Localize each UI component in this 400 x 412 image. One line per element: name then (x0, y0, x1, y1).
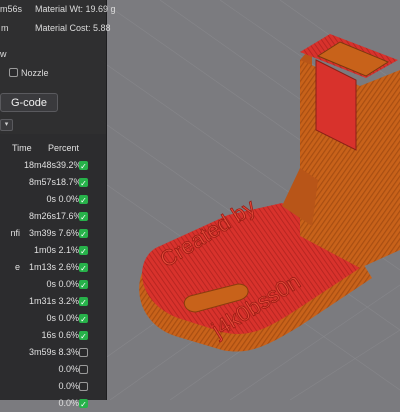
line-type-visibility-checkbox[interactable]: ✓ (79, 229, 88, 239)
line-type-percent: 2.1% (58, 245, 79, 255)
line-type-visibility-checkbox[interactable] (79, 382, 88, 391)
line-type-visibility-checkbox[interactable]: ✓ (79, 263, 88, 273)
table-row: 18m48s 39.2% ✓ (0, 160, 106, 174)
table-row: 1m31s 3.2% ✓ (0, 296, 106, 310)
line-type-time: 18m48s (23, 160, 56, 170)
table-row: 0s 0.0% ✓ (0, 194, 106, 208)
table-row: 0.0% (0, 364, 106, 378)
table-row: e 1m13s 2.6% ✓ (0, 262, 106, 276)
line-type-percent: 18.7% (56, 177, 82, 187)
view-label-fragment: w (0, 49, 7, 59)
material-cost: Material Cost: 5.88 (35, 23, 111, 33)
gcode-button[interactable]: G-code (0, 93, 58, 112)
line-type-percent: 0.6% (58, 330, 79, 340)
line-type-visibility-checkbox[interactable]: ✓ (79, 314, 88, 324)
line-type-time: 1m0s (33, 245, 56, 255)
line-type-visibility-checkbox[interactable]: ✓ (79, 195, 88, 205)
line-type-percent: 0.0% (58, 194, 79, 204)
unit-fragment: m (1, 23, 9, 33)
line-type-percent: 0.0% (58, 381, 79, 391)
line-type-visibility-checkbox[interactable]: ✓ (79, 280, 88, 290)
line-type-time: 8m57s (28, 177, 56, 187)
table-row: 0.0% (0, 381, 106, 395)
line-type-time: 1m31s (28, 296, 56, 306)
line-type-visibility-checkbox[interactable]: ✓ (79, 212, 88, 222)
table-row: 8m57s 18.7% ✓ (0, 177, 106, 191)
line-type-visibility-checkbox[interactable]: ✓ (79, 331, 88, 341)
line-type-name: e (14, 262, 20, 272)
table-row: 0s 0.0% ✓ (0, 279, 106, 293)
slice-results-panel: m56s Material Wt: 19.69 g m Material Cos… (0, 0, 116, 409)
line-type-name: nfi (10, 228, 20, 238)
table-row: 0.0% ✓ (0, 398, 106, 412)
line-type-visibility-checkbox[interactable] (79, 365, 88, 374)
line-type-visibility-checkbox[interactable]: ✓ (79, 178, 88, 188)
table-row: 0s 0.0% ✓ (0, 313, 106, 327)
line-type-percent: 0.0% (58, 313, 79, 323)
table-header-time: Time (12, 143, 32, 153)
line-type-percent: 2.6% (58, 262, 79, 272)
line-type-percent: 39.2% (56, 160, 82, 170)
table-row: 1m0s 2.1% ✓ (0, 245, 106, 259)
line-type-percent: 7.6% (58, 228, 79, 238)
nozzle-label: Nozzle (21, 68, 49, 78)
table-row: 3m59s 8.3% (0, 347, 106, 361)
line-type-time: 1m13s (28, 262, 56, 272)
line-type-visibility-checkbox[interactable]: ✓ (79, 297, 88, 307)
line-type-percent: 3.2% (58, 296, 79, 306)
table-header-percent: Percent (48, 143, 80, 153)
line-type-time: 0s (46, 279, 56, 289)
line-type-percent: 17.6% (56, 211, 82, 221)
material-weight: Material Wt: 19.69 g (35, 4, 116, 14)
chevron-down-icon[interactable]: ▾ (0, 119, 13, 131)
nozzle-checkbox[interactable] (9, 68, 18, 77)
line-type-percent: 0.0% (58, 364, 79, 374)
table-row: nfi 3m39s 7.6% ✓ (0, 228, 106, 242)
line-type-percent: 0.0% (58, 279, 79, 289)
line-type-visibility-checkbox[interactable]: ✓ (79, 399, 88, 409)
line-type-visibility-checkbox[interactable] (79, 348, 88, 357)
table-row: 16s 0.6% ✓ (0, 330, 106, 344)
print-time-fragment: m56s (0, 4, 23, 14)
line-type-visibility-checkbox[interactable]: ✓ (79, 161, 88, 171)
line-type-time: 0s (46, 313, 56, 323)
line-type-time: 3m39s (28, 228, 56, 238)
line-type-time: 16s (41, 330, 56, 340)
table-row: 8m26s 17.6% ✓ (0, 211, 106, 225)
line-type-time: 3m59s (28, 347, 56, 357)
line-type-percent: 8.3% (58, 347, 79, 357)
line-type-time: 8m26s (28, 211, 56, 221)
line-type-table: Time Percent 18m48s 39.2% ✓ 8m57s 18.7% ✓ 0s 0.… (0, 134, 106, 409)
line-type-visibility-checkbox[interactable]: ✓ (79, 246, 88, 256)
line-type-time: 0s (46, 194, 56, 204)
